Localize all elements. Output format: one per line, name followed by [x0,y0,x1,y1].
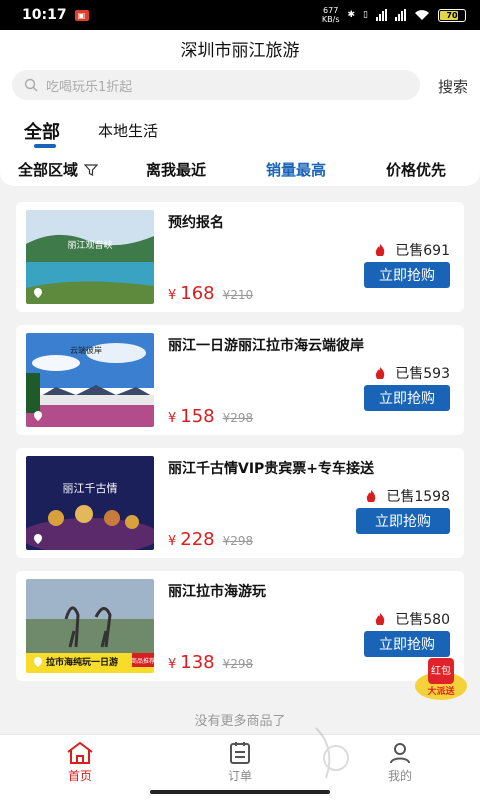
filter-price[interactable]: 价格优先 [386,159,446,180]
nav-orders[interactable]: 订单 [210,741,270,784]
product-image: 丽江观音峡 [26,210,154,304]
fire-icon [376,367,385,379]
buy-now-button[interactable]: 立即抢购 [364,385,450,411]
tab-local-life[interactable]: 本地生活 [98,120,158,141]
product-card[interactable]: 云端彼岸 丽江一日游丽江拉市海云端彼岸 已售593 立即抢购 ¥158 ¥298 [16,325,464,435]
product-title: 预约报名 [168,215,224,231]
original-price: ¥298 [222,657,254,671]
status-time: 10:17 [22,7,67,23]
svg-text:丽江观音峡: 丽江观音峡 [67,239,112,251]
page-title: 深圳市丽江旅游 [0,30,480,66]
search-placeholder: 吃喝玩乐1折起 [46,79,133,95]
product-title: 丽江千古情VIP贵宾票+专车接送 [168,461,375,477]
signal-icon [376,9,387,21]
home-indicator [150,790,330,794]
product-card[interactable]: 拉市海纯玩一日游 商品推荐 丽江拉市海游玩 已售580 立即抢购 ¥138 ¥29… [16,571,464,681]
location-pin-icon [34,288,42,298]
watermark-logo [315,727,349,779]
sold-count: 已售691 [375,240,450,260]
status-bar: 10:17 ▣ 677 KB/s ✱ ▯ 70 [0,0,480,30]
sold-count: 已售1598 [366,486,450,506]
svg-text:云端彼岸: 云端彼岸 [70,345,102,355]
filter-region[interactable]: 全部区域 [18,159,99,180]
notification-icon: ▣ [74,9,89,21]
sold-count: 已售593 [375,363,450,383]
search-button[interactable]: 搜索 [438,76,468,97]
buy-now-button[interactable]: 立即抢购 [356,508,450,534]
location-pin-icon [34,657,42,667]
buy-now-button[interactable]: 立即抢购 [364,262,450,288]
filter-sales[interactable]: 销量最高 [266,159,326,180]
search-input[interactable]: 吃喝玩乐1折起 [12,70,420,100]
original-price: ¥298 [222,534,254,548]
svg-text:大派送: 大派送 [427,685,455,697]
orders-icon [230,742,250,764]
search-icon [24,78,38,92]
fire-icon [376,613,385,625]
filter-nearest[interactable]: 离我最近 [146,159,206,180]
home-icon [67,741,93,764]
original-price: ¥298 [222,411,254,425]
product-image: 丽江千古情 [26,456,154,550]
svg-text:拉市海纯玩一日游: 拉市海纯玩一日游 [46,656,118,668]
category-tabs: 全部 本地生活 [0,106,480,152]
product-price: ¥168 ¥210 [168,283,254,304]
product-title: 丽江拉市海游玩 [168,584,266,600]
product-price: ¥228 ¥298 [168,529,254,550]
product-price: ¥158 ¥298 [168,406,254,427]
original-price: ¥210 [222,288,254,302]
svg-text:丽江千古情: 丽江千古情 [63,482,118,495]
fire-icon [367,490,376,502]
red-packet-button[interactable]: 红包 大派送 [414,656,468,700]
tab-active-indicator [34,144,56,148]
svg-text:红包: 红包 [431,664,451,677]
battery-icon: 70 [438,8,466,22]
nav-home[interactable]: 首页 [50,741,110,784]
network-speed: 677 KB/s [321,6,340,24]
signal-icon-2 [395,9,406,21]
product-title: 丽江一日游丽江拉市海云端彼岸 [168,338,364,354]
vibrate-icon: ▯ [363,10,368,20]
product-image: 拉市海纯玩一日游 商品推荐 [26,579,154,673]
search-bar: 吃喝玩乐1折起 搜索 [0,66,480,106]
buy-now-button[interactable]: 立即抢购 [364,631,450,657]
product-card[interactable]: 丽江观音峡 预约报名 已售691 立即抢购 ¥168 ¥210 [16,202,464,312]
product-image: 云端彼岸 [26,333,154,427]
svg-text:商品推荐: 商品推荐 [131,657,154,665]
location-pin-icon [34,411,42,421]
filter-bar: 全部区域 离我最近 销量最高 价格优先 [0,152,480,186]
sold-count: 已售580 [375,609,450,629]
filter-icon [84,163,99,176]
product-card[interactable]: 丽江千古情 丽江千古情VIP贵宾票+专车接送 已售1598 立即抢购 ¥228 ¥… [16,448,464,558]
bluetooth-icon: ✱ [347,10,356,20]
location-pin-icon [34,534,42,544]
tab-all[interactable]: 全部 [24,118,60,144]
wifi-icon [415,10,429,20]
fire-icon [376,244,385,256]
product-price: ¥138 ¥298 [168,652,254,673]
